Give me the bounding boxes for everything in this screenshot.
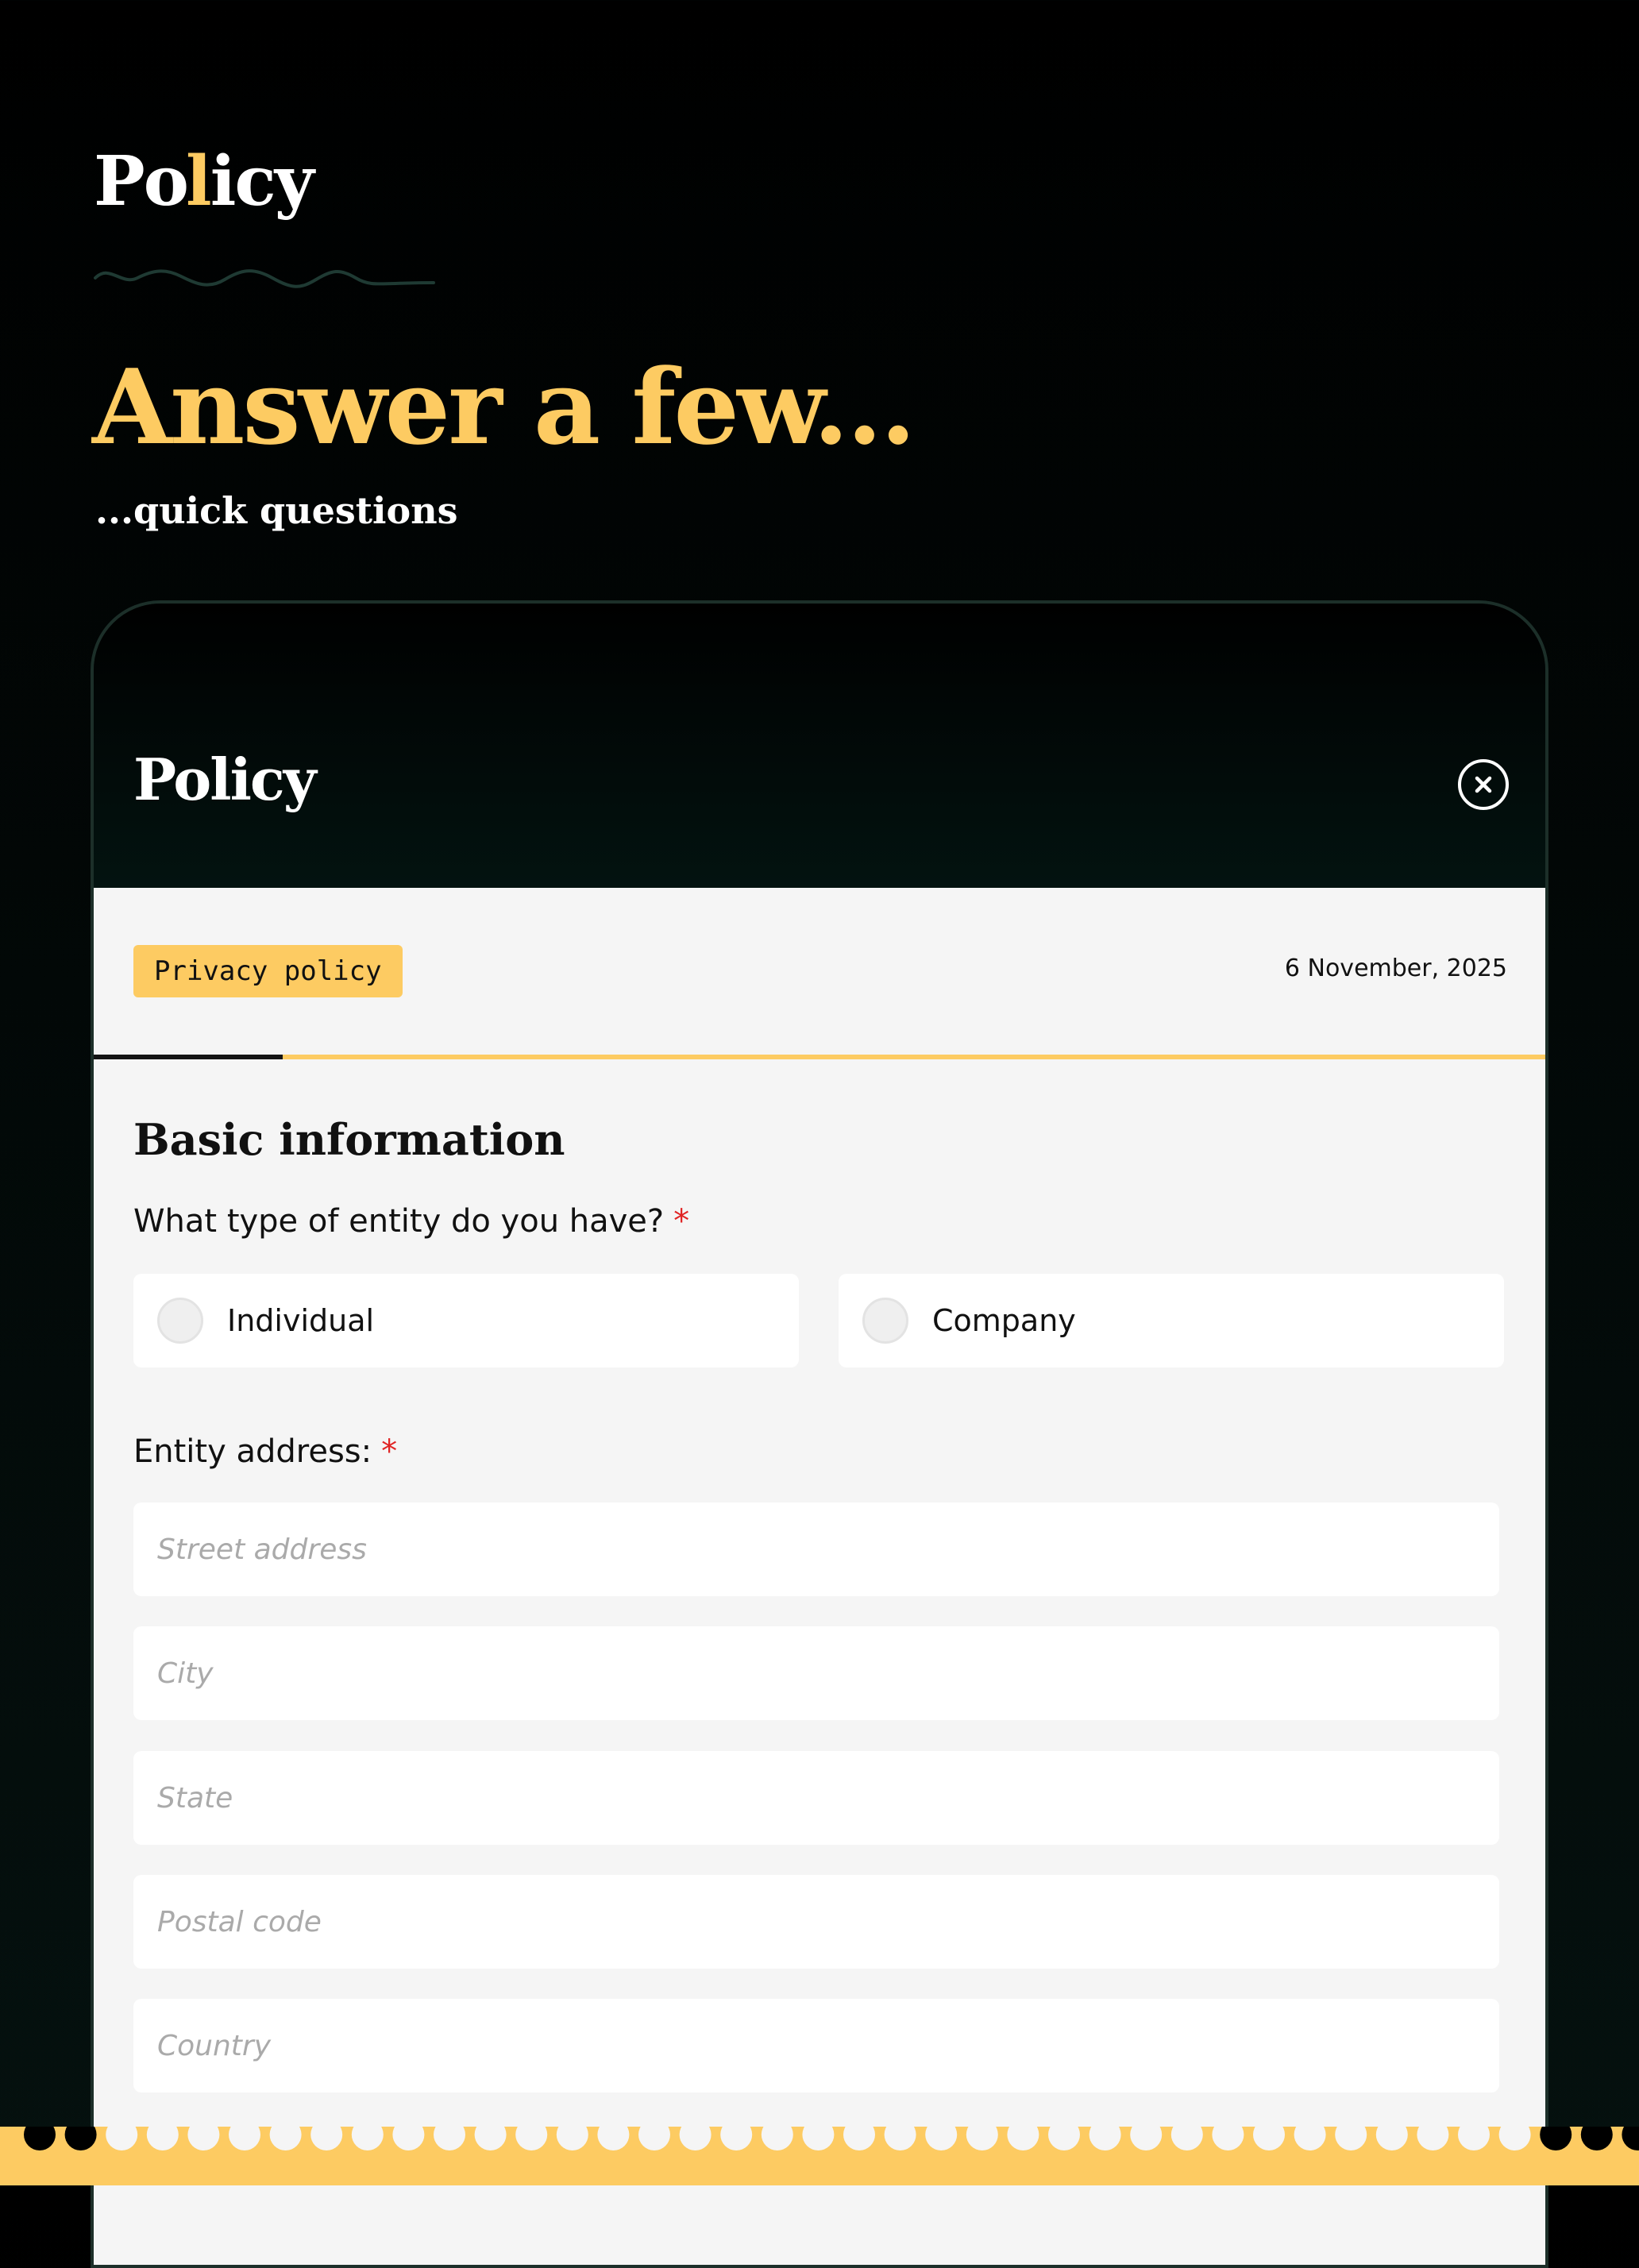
street-address-input[interactable]	[133, 1502, 1499, 1596]
document-bar: Privacy policy 6 November, 2025	[94, 888, 1545, 1059]
entity-question: What type of entity do you have? *	[133, 1205, 689, 1237]
app-logo: Policy	[133, 746, 317, 813]
required-mark: *	[673, 1203, 690, 1240]
postal-code-input[interactable]	[133, 1875, 1499, 1969]
entity-question-label: What type of entity do you have?	[133, 1203, 665, 1240]
form-panel: Privacy policy 6 November, 2025 Basic in…	[94, 888, 1545, 2265]
page-logo: Policy	[94, 141, 314, 222]
radio-individual[interactable]	[157, 1298, 203, 1344]
country-input[interactable]	[133, 1999, 1499, 2092]
scalloped-footer	[0, 2127, 1639, 2185]
entity-option-label: Company	[932, 1303, 1076, 1338]
entity-option-company[interactable]: Company	[839, 1274, 1504, 1367]
document-date: 6 November, 2025	[1284, 955, 1507, 982]
app-header: Policy	[94, 604, 1545, 888]
app-frame: Policy Privacy policy 6 November, 2025 B…	[91, 600, 1548, 2268]
progress-bar	[94, 1055, 1545, 1059]
state-input[interactable]	[133, 1751, 1499, 1845]
address-question: Entity address: *	[133, 1436, 397, 1468]
required-mark: *	[381, 1433, 398, 1470]
page-title: Answer a few...	[92, 346, 916, 468]
address-label: Entity address:	[133, 1433, 372, 1470]
close-button[interactable]	[1458, 759, 1509, 810]
entity-option-label: Individual	[227, 1303, 375, 1338]
section-title: Basic information	[133, 1114, 565, 1165]
city-input[interactable]	[133, 1626, 1499, 1720]
radio-company[interactable]	[862, 1298, 908, 1344]
document-type-badge: Privacy policy	[133, 945, 403, 997]
entity-option-individual[interactable]: Individual	[133, 1274, 799, 1367]
close-icon	[1475, 776, 1492, 793]
progress-fill	[94, 1055, 283, 1059]
decorative-squiggle	[94, 269, 435, 288]
page-subtitle: ...quick questions	[95, 489, 458, 532]
